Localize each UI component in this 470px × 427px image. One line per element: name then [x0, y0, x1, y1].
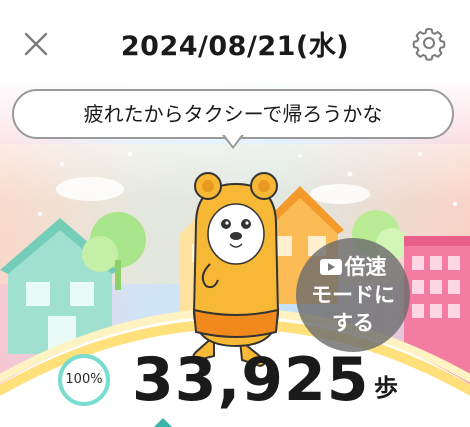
- speed-mode-label-line1: 倍速: [344, 255, 387, 279]
- date-pointer: [154, 418, 172, 427]
- header-bar: 2024/08/21(水): [0, 0, 470, 84]
- gear-icon: [412, 28, 446, 61]
- step-unit: 歩: [374, 374, 398, 402]
- bear-character: [192, 172, 280, 368]
- speed-mode-label-line3: する: [332, 311, 374, 335]
- speed-mode-button[interactable]: 倍速 モードに する: [296, 238, 410, 352]
- speed-mode-label-line2: モードに: [311, 283, 395, 307]
- walking-scene: 疲れたからタクシーで帰ろうかな 倍速 モードに する 100% 33,925 歩: [0, 84, 470, 427]
- progress-percent: 100%: [65, 372, 103, 387]
- page-title: 2024/08/21(水): [120, 31, 350, 62]
- play-icon: [319, 259, 342, 275]
- speech-bubble-text: 疲れたからタクシーで帰ろうかな: [83, 102, 383, 126]
- settings-button[interactable]: [411, 25, 447, 61]
- step-count: 33,925: [132, 345, 370, 415]
